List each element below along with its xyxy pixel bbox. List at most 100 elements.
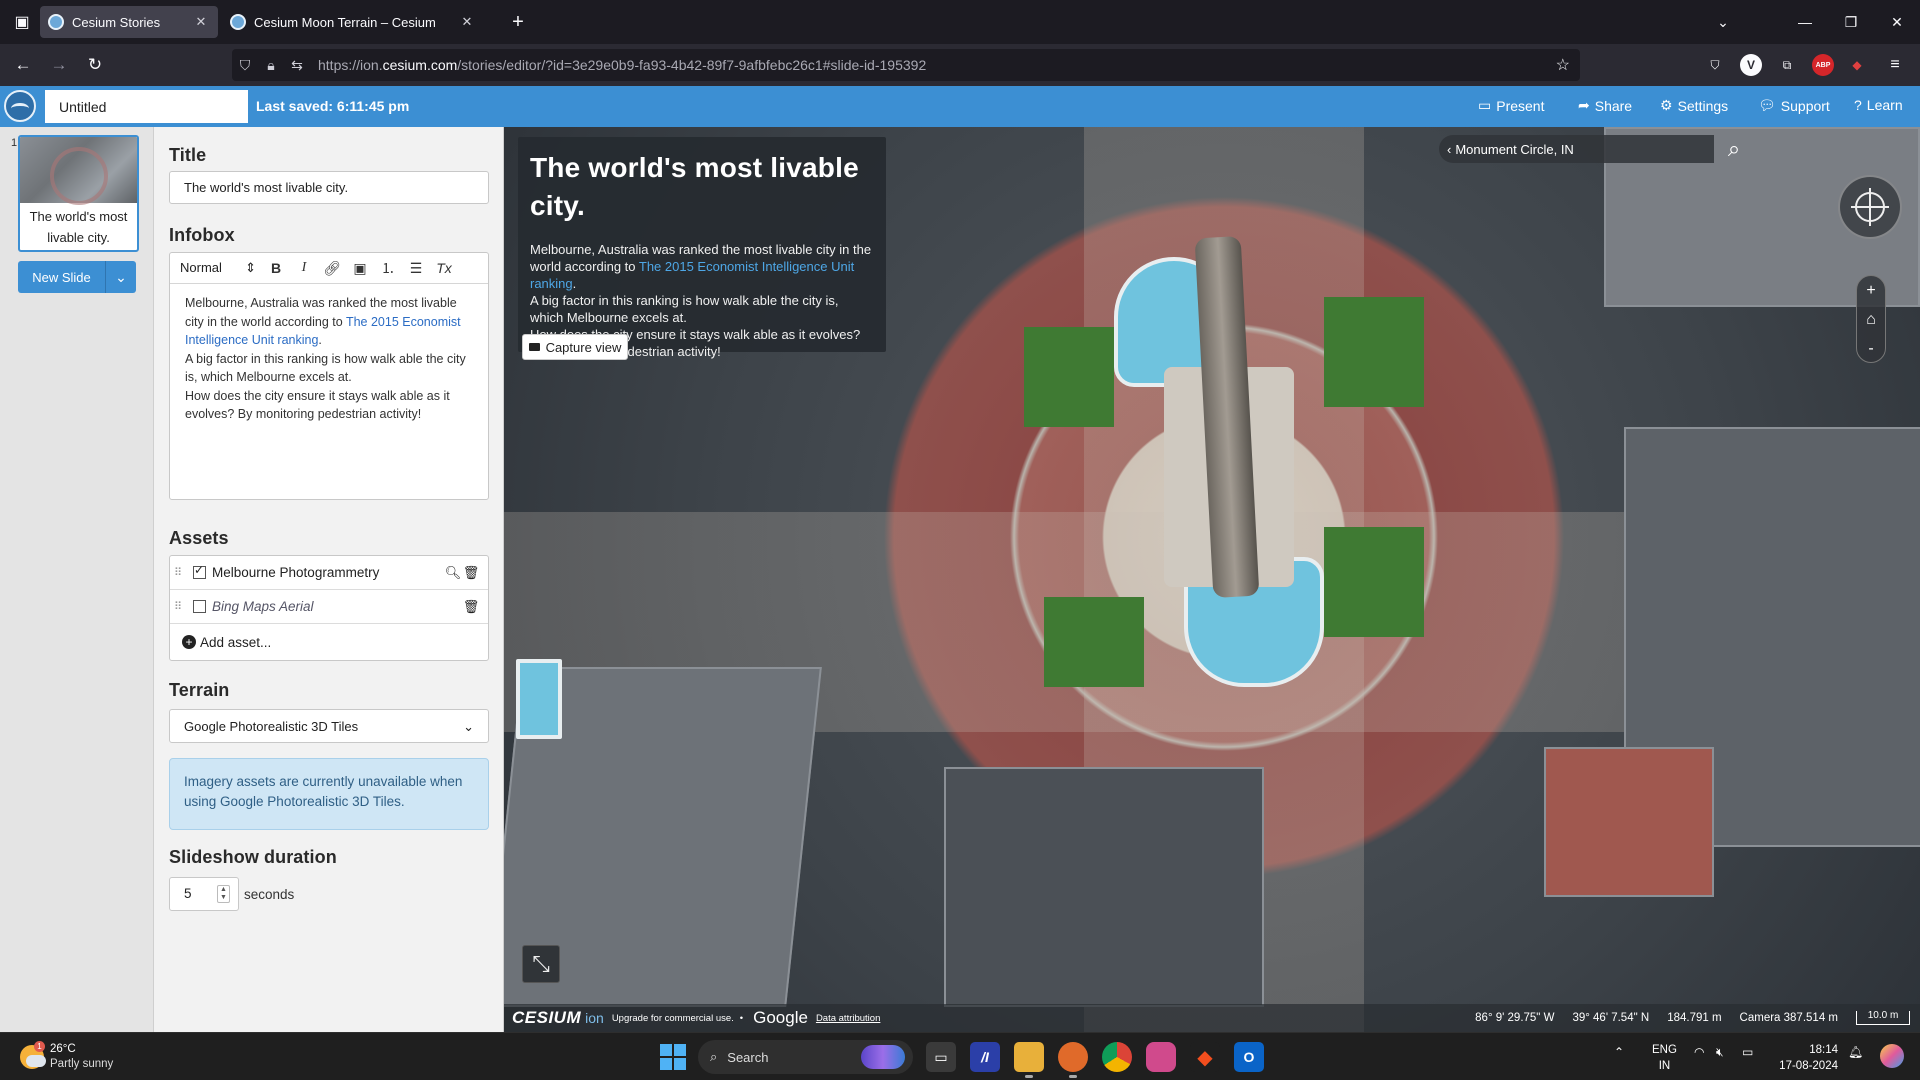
battery-icon[interactable]: ▭ [1742, 1045, 1753, 1059]
close-window-button[interactable]: ✕ [1874, 0, 1920, 44]
last-saved-text: Last saved: 6:11:45 pm [256, 98, 410, 114]
cesium-logo-icon[interactable] [4, 90, 36, 122]
format-select[interactable]: Normal ⇕ [180, 260, 262, 276]
lock-icon[interactable]: 🔒︎ [258, 57, 284, 74]
menu-icon[interactable]: ≡ [1884, 54, 1906, 76]
minimize-window-button[interactable]: — [1782, 0, 1828, 44]
address-bar[interactable]: ⛉ 🔒︎ ⇆ https://ion.cesium.com/stories/ed… [232, 49, 1580, 81]
wifi-icon[interactable]: ◠ [1694, 1045, 1704, 1059]
zoom-in-button[interactable]: + [1857, 276, 1885, 305]
geocoder-input[interactable]: ‹ Monument Circle, IN [1439, 135, 1714, 163]
asset-row[interactable]: ⠿ Melbourne Photogrammetry 🔍︎ 🗑︎ [170, 556, 488, 590]
app-icon[interactable] [1146, 1042, 1176, 1072]
task-view-icon[interactable]: ▭ [926, 1042, 956, 1072]
zoom-out-button[interactable]: - [1857, 334, 1885, 363]
firefox-icon[interactable] [1058, 1042, 1088, 1078]
chrome-icon[interactable] [1102, 1042, 1132, 1072]
close-tab-icon[interactable]: ✕ [458, 14, 476, 30]
lawn [1324, 527, 1424, 637]
vpn-icon[interactable]: V [1740, 54, 1762, 76]
image-icon[interactable]: ▣ [346, 260, 374, 277]
tab-list-icon[interactable]: ▣ [8, 8, 36, 36]
google-logo: Google [753, 1008, 808, 1027]
copilot-icon[interactable] [1880, 1044, 1904, 1068]
learn-button[interactable]: ? Learn [1854, 97, 1903, 113]
tracking-shield-icon[interactable]: ⛉ [232, 57, 258, 74]
coordinate-readout: 86° 9' 29.75" W 39° 46' 7.54" N 184.791 … [1475, 1004, 1920, 1032]
restore-window-button[interactable]: ❐ [1828, 0, 1874, 44]
search-icon: ⌕ [710, 1049, 718, 1064]
url-text[interactable]: https://ion.cesium.com/stories/editor/?i… [318, 57, 926, 73]
present-button[interactable]: ▭ Present [1478, 97, 1544, 114]
taskbar-search[interactable]: ⌕ Search [698, 1040, 913, 1074]
new-slide-button[interactable]: New Slide [18, 261, 106, 293]
capture-view-button[interactable]: Capture view [522, 334, 628, 360]
slide-thumbnail-card[interactable]: The world's most livable city. [18, 135, 139, 252]
upgrade-text[interactable]: Upgrade for commercial use. [612, 1013, 734, 1024]
slides-sidebar: 1 The world's most livable city. New Sli… [0, 127, 154, 1032]
abp-icon[interactable]: ABP [1812, 54, 1834, 76]
spinner-icon[interactable]: ▲ ▼ [217, 885, 230, 903]
bookmark-star-icon[interactable]: ☆ [1556, 55, 1570, 75]
system-clock[interactable]: 18:14 17-08-2024 [1774, 1042, 1838, 1074]
fullscreen-exit-icon[interactable]: ⤡ [522, 945, 560, 983]
clear-format-icon[interactable]: Tx [430, 260, 458, 276]
story-title-input[interactable] [45, 90, 248, 123]
new-tab-button[interactable]: + [504, 8, 532, 36]
shield-ext-icon[interactable]: ◆ [1846, 54, 1868, 76]
volume-muted-icon[interactable]: 🔇︎ [1716, 1045, 1724, 1060]
bold-icon[interactable]: B [262, 260, 290, 276]
search-icon[interactable]: ⌕ [1716, 131, 1752, 167]
drag-handle-icon[interactable]: ⠿ [174, 600, 190, 613]
windows-start-icon[interactable] [660, 1044, 686, 1070]
bullet-list-icon[interactable]: ☰ [402, 260, 430, 277]
camera-height-text: Camera 387.514 m [1739, 1012, 1838, 1024]
ordered-list-icon[interactable]: ⒈ [374, 258, 402, 278]
cesium-map-viewport[interactable]: The world's most livable city. Melbourne… [504, 127, 1920, 1032]
home-icon[interactable]: ⌂ [1857, 305, 1885, 334]
chevron-up-icon[interactable]: ⌃ [1614, 1045, 1624, 1059]
tab-cesium-moon-terrain[interactable]: Cesium Moon Terrain – Cesium ✕ [222, 6, 484, 38]
permissions-icon[interactable]: ⇆ [284, 57, 310, 74]
italic-icon[interactable]: I [290, 260, 318, 276]
zoom-to-asset-icon[interactable]: 🔍︎ [444, 565, 462, 581]
duration-input[interactable]: 5 ▲ ▼ [169, 877, 239, 911]
drag-handle-icon[interactable]: ⠿ [174, 566, 190, 579]
list-all-tabs-icon[interactable]: ⌄ [1700, 0, 1746, 44]
title-input[interactable]: The world's most livable city. [169, 171, 489, 204]
reload-button[interactable]: ↻ [80, 51, 110, 79]
notification-bell-icon[interactable]: 🔔︎ [1848, 1045, 1863, 1059]
extensions-icon[interactable]: ⧉ [1776, 54, 1798, 76]
back-button[interactable]: ← [8, 51, 38, 79]
outlook-icon[interactable]: O [1234, 1042, 1264, 1072]
language-indicator[interactable]: ENG IN [1652, 1042, 1677, 1074]
asset-row[interactable]: ⠿ Bing Maps Aerial 🗑︎ [170, 590, 488, 624]
data-attribution-link[interactable]: Data attribution [816, 1013, 880, 1024]
figma-icon[interactable]: ◆ [1190, 1042, 1220, 1072]
asset-visibility-checkbox[interactable] [193, 600, 206, 613]
pocket-icon[interactable]: ⛉ [1704, 54, 1726, 76]
trash-icon[interactable]: 🗑︎ [462, 565, 480, 581]
asset-visibility-checkbox[interactable] [193, 563, 206, 579]
terrain-select[interactable]: Google Photorealistic 3D Tiles ⌄ [169, 709, 489, 743]
file-explorer-icon[interactable] [1014, 1042, 1044, 1078]
question-icon: ? [1854, 97, 1862, 113]
longitude-text: 86° 9' 29.75" W [1475, 1012, 1555, 1024]
add-asset-button[interactable]: + Add asset... [170, 624, 488, 660]
weather-temperature[interactable]: 26°C [50, 1043, 76, 1055]
weather-description[interactable]: Partly sunny [50, 1058, 113, 1070]
tab-cesium-stories[interactable]: Cesium Stories ✕ [40, 6, 218, 38]
support-button[interactable]: 💬︎ Support [1758, 97, 1830, 114]
share-button[interactable]: ➦ Share [1578, 97, 1632, 114]
app-icon[interactable]: /I [970, 1042, 1000, 1072]
chevron-down-icon[interactable]: ⌄ [106, 261, 136, 293]
close-tab-icon[interactable]: ✕ [192, 14, 210, 30]
infobox-text-area[interactable]: Melbourne, Australia was ranked the most… [170, 284, 488, 434]
compass-navigation[interactable] [1838, 175, 1902, 239]
settings-button[interactable]: ⚙ Settings [1660, 97, 1728, 114]
link-icon[interactable]: 🔗︎ [318, 260, 346, 277]
trash-icon[interactable]: 🗑︎ [462, 599, 480, 615]
cesium-wordmark[interactable]: CESIUM [512, 1008, 581, 1028]
assets-heading: Assets [169, 528, 229, 548]
forward-button[interactable]: → [44, 51, 74, 79]
